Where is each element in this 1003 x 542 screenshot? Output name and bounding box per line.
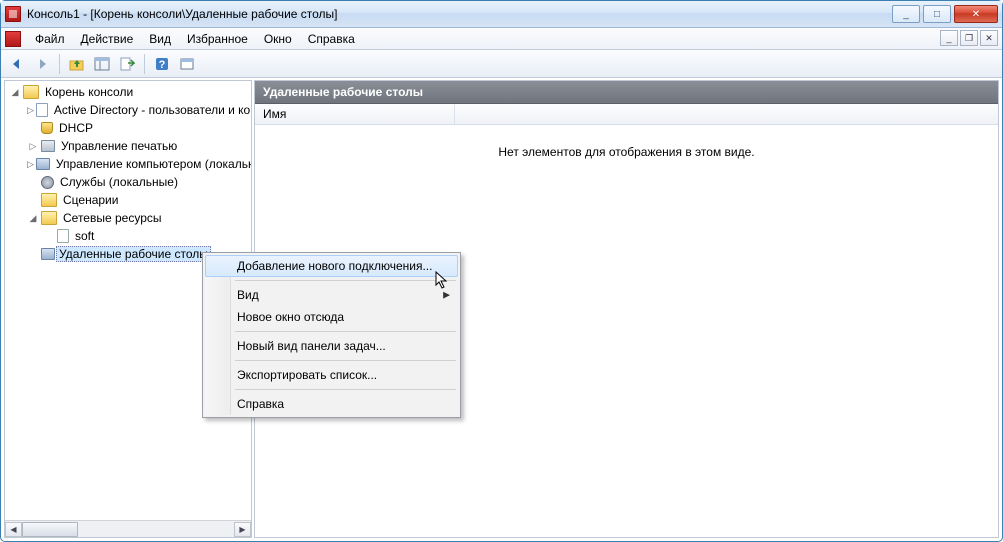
help-button[interactable]: ? [150,53,174,75]
ctx-separator [235,389,456,390]
scroll-right-button[interactable]: ▶ [234,522,251,537]
client-area: ◢ Корень консоли ▷ Active Directory - по… [2,78,1001,540]
menu-file[interactable]: Файл [27,30,73,48]
ctx-label: Новый вид панели задач... [237,339,386,353]
minimize-icon: _ [903,9,909,20]
column-name[interactable]: Имя [255,104,455,124]
mdi-controls: _ ❐ ✕ [940,30,998,46]
tree-item-soft[interactable]: soft [5,227,251,245]
ctx-label: Вид [237,288,259,302]
scroll-thumb[interactable] [22,522,78,537]
tree-label: Сетевые ресурсы [61,211,164,225]
horizontal-scrollbar[interactable]: ◀ ▶ [5,520,251,537]
gear-icon [41,176,54,189]
show-hide-tree-button[interactable] [90,53,114,75]
share-icon [57,229,69,243]
svg-text:?: ? [159,59,166,71]
printer-icon [41,140,55,152]
window-title: Консоль1 - [Корень консоли\Удаленные раб… [27,7,892,21]
rdp-icon [41,248,55,260]
tree-item-network[interactable]: ◢ Сетевые ресурсы [5,209,251,227]
window-controls: _ □ ✕ [892,5,998,23]
ctx-view[interactable]: Вид ▶ [205,284,458,306]
document-icon [5,31,21,47]
tree-label: Службы (локальные) [58,175,180,189]
tree-item-dhcp[interactable]: DHCP [5,119,251,137]
tree-item-scenarios[interactable]: Сценарии [5,191,251,209]
tree-item-computer[interactable]: ▷ Управление компьютером (локальный) [5,155,251,173]
tree-label: Сценарии [61,193,120,207]
app-icon [5,6,21,22]
tree-label: Корень консоли [43,85,135,99]
titlebar: Консоль1 - [Корень консоли\Удаленные раб… [1,1,1002,28]
collapse-icon[interactable]: ◢ [9,86,21,98]
minimize-button[interactable]: _ [892,5,920,23]
tree-root[interactable]: ◢ Корень консоли [5,83,251,101]
tree-item-print[interactable]: ▷ Управление печатью [5,137,251,155]
maximize-icon: □ [934,9,940,20]
dhcp-icon [41,122,53,134]
ctx-label: Новое окно отсюда [237,310,344,324]
ctx-add-connection[interactable]: Добавление нового подключения... [205,255,458,277]
scroll-left-button[interactable]: ◀ [5,522,22,537]
context-menu: Добавление нового подключения... Вид ▶ Н… [202,252,461,418]
menu-window[interactable]: Окно [256,30,300,48]
tree-label: soft [73,229,96,243]
column-headers: Имя [255,104,998,125]
close-icon: ✕ [972,9,980,20]
ctx-help[interactable]: Справка [205,393,458,415]
ctx-export-list[interactable]: Экспортировать список... [205,364,458,386]
ctx-separator [235,280,456,281]
folder-icon [41,193,57,207]
menu-favorites[interactable]: Избранное [179,30,256,48]
scroll-track[interactable] [22,522,234,537]
tree-item-ad[interactable]: ▷ Active Directory - пользователи и комп… [5,101,251,119]
close-button[interactable]: ✕ [954,5,998,23]
folder-icon [41,211,57,225]
ctx-separator [235,360,456,361]
back-button[interactable] [5,53,29,75]
tree-label: Управление компьютером (локальный) [54,157,251,171]
mdi-restore[interactable]: ❐ [960,30,978,46]
ctx-new-window[interactable]: Новое окно отсюда [205,306,458,328]
mdi-close[interactable]: ✕ [980,30,998,46]
ctx-label: Экспортировать список... [237,368,377,382]
folder-icon [23,85,39,99]
ctx-label: Добавление нового подключения... [237,259,432,273]
expand-icon[interactable]: ▷ [27,104,34,116]
menu-view[interactable]: Вид [141,30,179,48]
submenu-arrow-icon: ▶ [443,290,450,301]
ctx-separator [235,331,456,332]
menubar: Файл Действие Вид Избранное Окно Справка… [1,28,1002,50]
expand-icon[interactable]: ▷ [27,158,34,170]
export-button[interactable] [115,53,139,75]
computer-icon [36,158,50,170]
toolbar-separator [59,54,60,74]
ctx-new-taskpad[interactable]: Новый вид панели задач... [205,335,458,357]
empty-message: Нет элементов для отображения в этом вид… [498,145,754,159]
forward-button[interactable] [30,53,54,75]
mdi-minimize[interactable]: _ [940,30,958,46]
menu-action[interactable]: Действие [73,30,142,48]
new-window-button[interactable] [175,53,199,75]
expand-icon[interactable]: ▷ [27,140,39,152]
ad-icon [36,103,48,117]
menu-help[interactable]: Справка [300,30,363,48]
collapse-icon[interactable]: ◢ [27,212,39,224]
tree-label: Управление печатью [59,139,179,153]
toolbar: ? [1,50,1002,78]
tree-label: Active Directory - пользователи и компью… [52,103,251,117]
ctx-label: Справка [237,397,284,411]
maximize-button[interactable]: □ [923,5,951,23]
toolbar-separator-2 [144,54,145,74]
content-header: Удаленные рабочие столы [255,81,998,104]
tree-item-services[interactable]: Службы (локальные) [5,173,251,191]
up-folder-button[interactable] [65,53,89,75]
tree-label: Удаленные рабочие столы [56,246,211,262]
tree-label: DHCP [57,121,95,135]
